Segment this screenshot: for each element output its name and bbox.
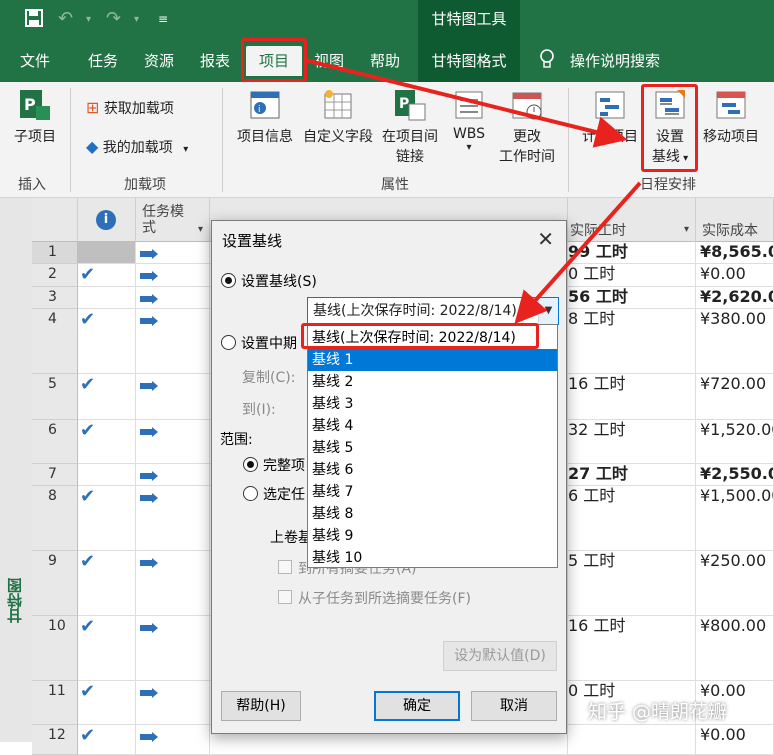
annotation-arrows bbox=[304, 58, 642, 324]
arrow-baseline-to-dropdown bbox=[514, 181, 642, 324]
watermark: 知乎 @晴朗花瓣 bbox=[588, 701, 728, 723]
arrow-tab-to-baseline bbox=[304, 58, 628, 148]
